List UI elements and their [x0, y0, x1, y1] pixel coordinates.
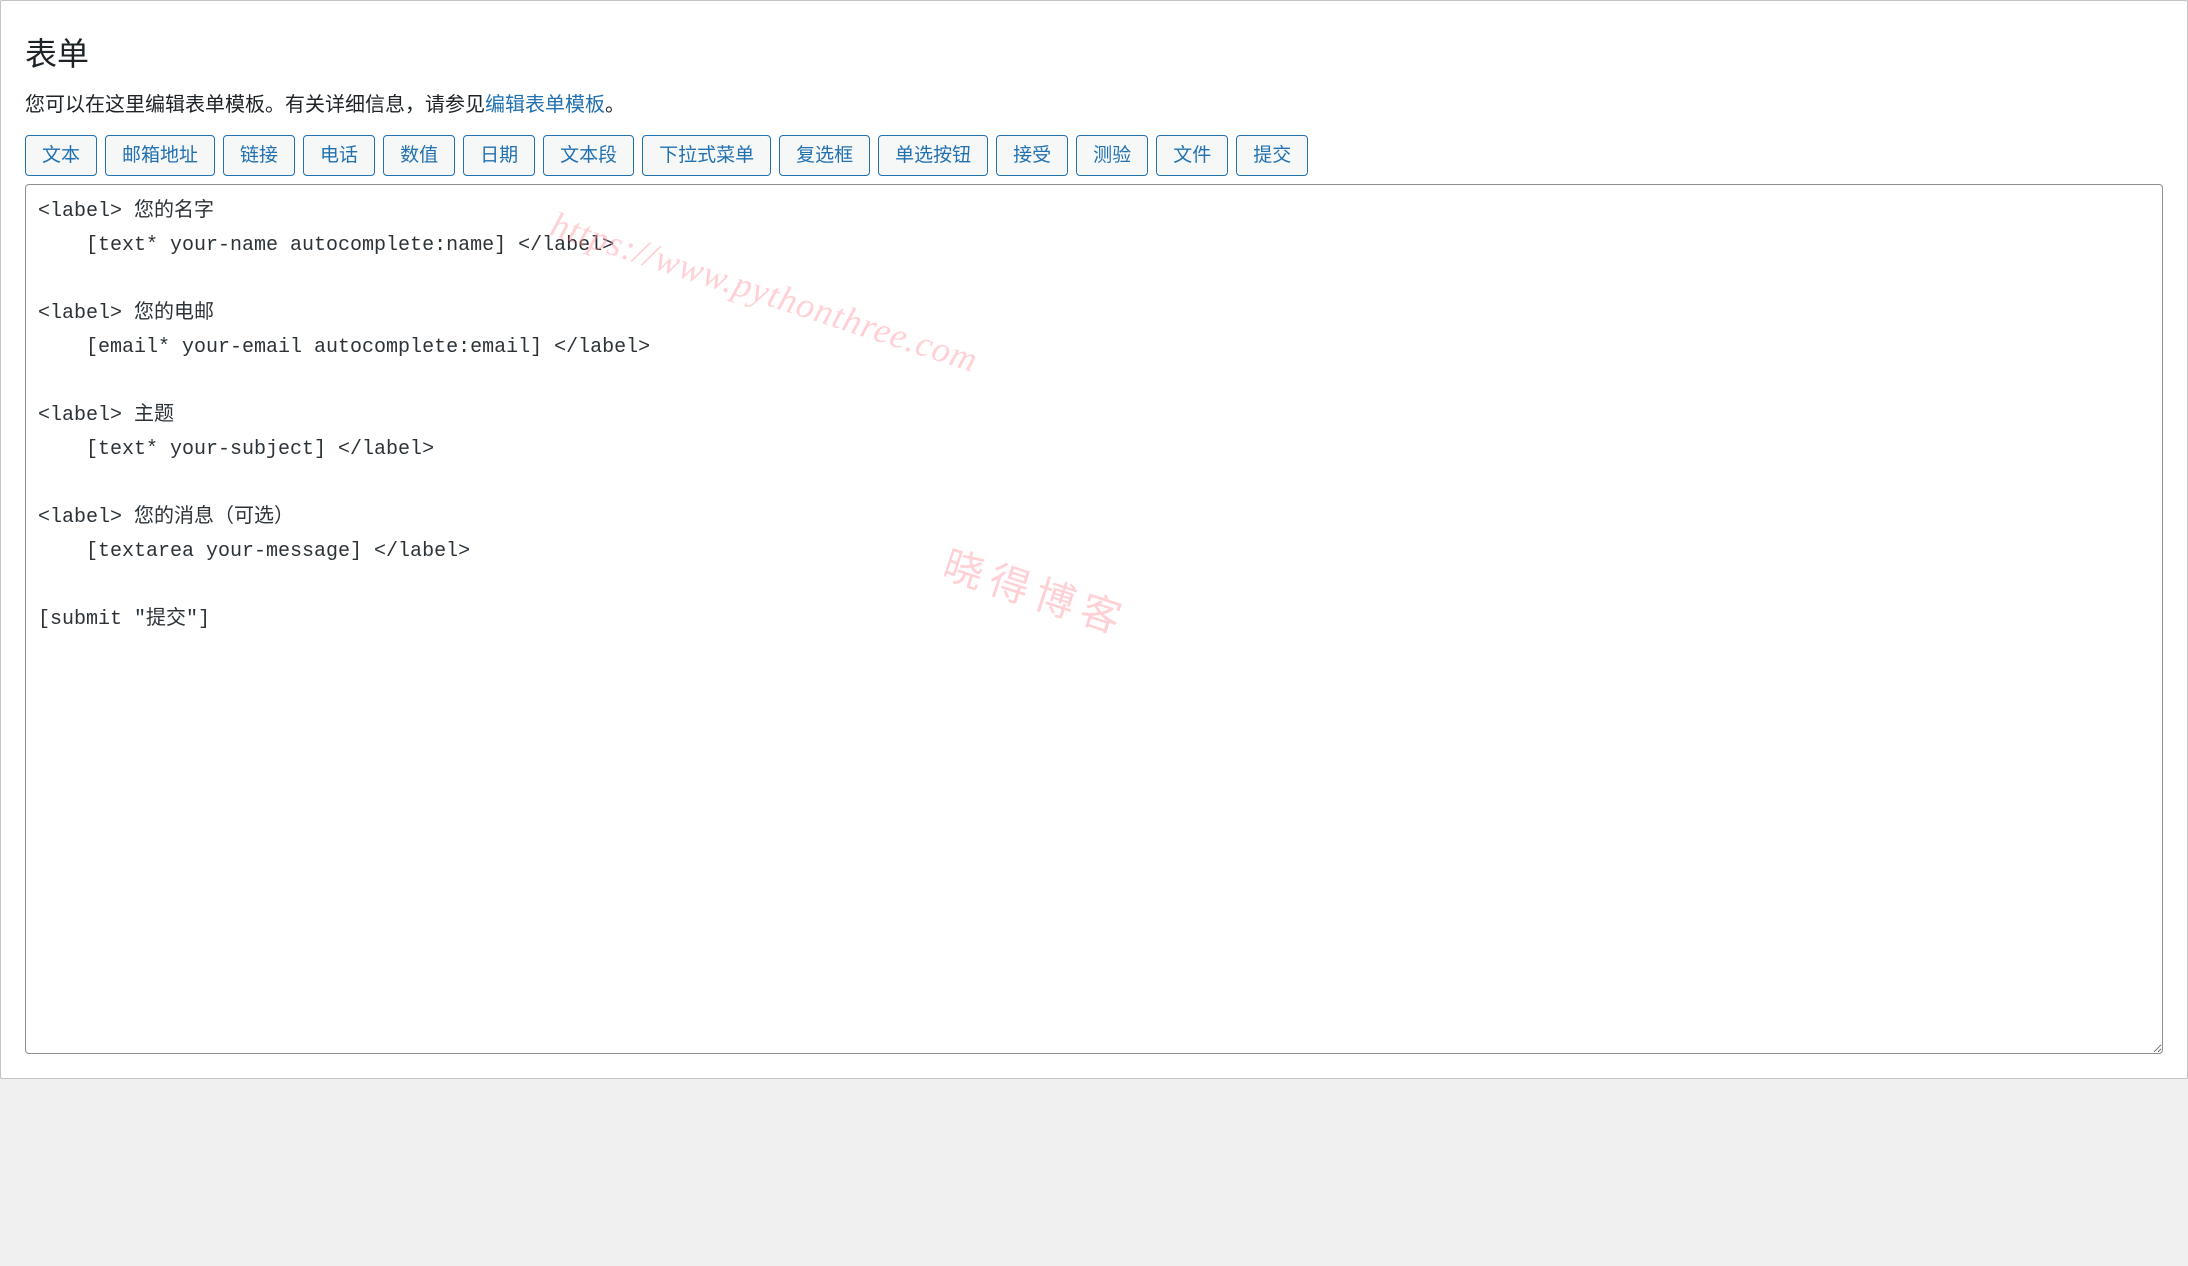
panel-description: 您可以在这里编辑表单模板。有关详细信息，请参见编辑表单模板。 — [25, 89, 2163, 119]
tag-button-checkbox[interactable]: 复选框 — [779, 135, 870, 176]
description-suffix: 。 — [605, 92, 625, 116]
description-prefix: 您可以在这里编辑表单模板。有关详细信息，请参见 — [25, 92, 485, 116]
tag-button-textarea[interactable]: 文本段 — [543, 135, 634, 176]
tag-button-quiz[interactable]: 测验 — [1076, 135, 1148, 176]
tag-button-acceptance[interactable]: 接受 — [996, 135, 1068, 176]
tag-button-toolbar: 文本 邮箱地址 链接 电话 数值 日期 文本段 下拉式菜单 复选框 单选按钮 接… — [25, 135, 2163, 176]
form-editor-panel: 表单 您可以在这里编辑表单模板。有关详细信息，请参见编辑表单模板。 文本 邮箱地… — [0, 0, 2188, 1079]
tag-button-radio[interactable]: 单选按钮 — [878, 135, 988, 176]
tag-button-date[interactable]: 日期 — [463, 135, 535, 176]
edit-template-link[interactable]: 编辑表单模板 — [485, 92, 605, 116]
tag-button-url[interactable]: 链接 — [223, 135, 295, 176]
tag-button-text[interactable]: 文本 — [25, 135, 97, 176]
tag-button-number[interactable]: 数值 — [383, 135, 455, 176]
panel-heading: 表单 — [25, 29, 2163, 75]
tag-button-email[interactable]: 邮箱地址 — [105, 135, 215, 176]
form-template-textarea[interactable] — [25, 184, 2163, 1054]
tag-button-select[interactable]: 下拉式菜单 — [642, 135, 771, 176]
tag-button-submit[interactable]: 提交 — [1236, 135, 1308, 176]
tag-button-file[interactable]: 文件 — [1156, 135, 1228, 176]
tag-button-tel[interactable]: 电话 — [303, 135, 375, 176]
